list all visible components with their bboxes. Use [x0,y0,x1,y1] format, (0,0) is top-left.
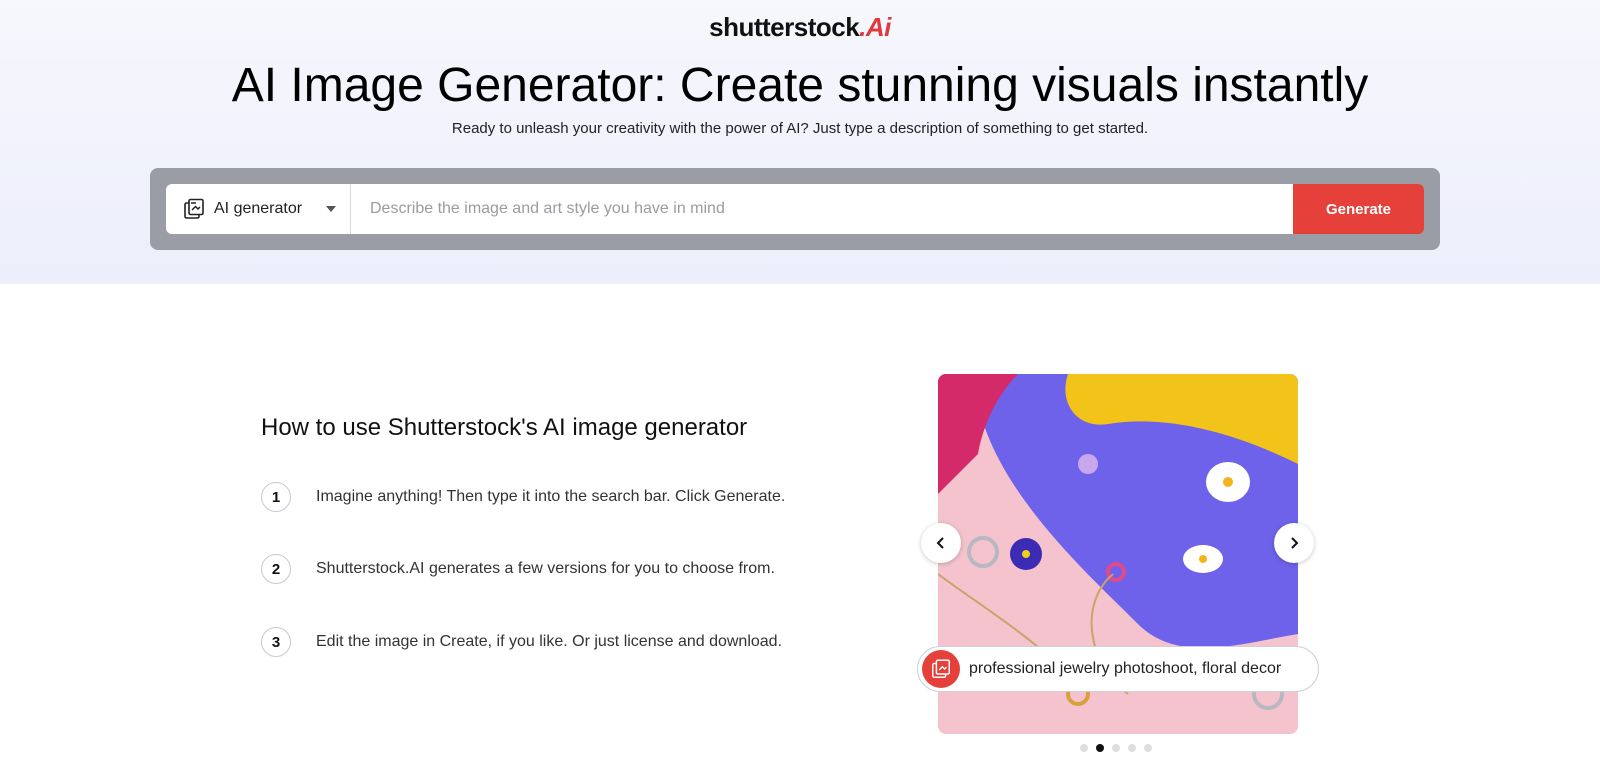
step-item: 3 Edit the image in Create, if you like.… [261,626,782,658]
next-slide-button[interactable] [1274,523,1314,563]
ai-generator-icon [932,659,950,678]
chip-icon-badge [922,650,960,688]
step-number: 3 [261,627,291,657]
carousel-dot[interactable] [1080,744,1088,752]
step-number: 2 [261,554,291,584]
caret-down-icon [326,206,336,212]
mode-dropdown[interactable]: AI generator [166,184,351,234]
carousel-dot[interactable] [1144,744,1152,752]
generate-button[interactable]: Generate [1293,184,1424,234]
step-text: Shutterstock.AI generates a few versions… [316,560,775,577]
prev-slide-button[interactable] [921,523,961,563]
step-item: 1 Imagine anything! Then type it into th… [261,481,785,513]
search-bar: AI generator Generate [150,168,1440,250]
brand-name: shutterstock [709,12,860,42]
chevron-left-icon [936,537,944,549]
carousel-dot[interactable] [1096,744,1104,752]
step-text: Edit the image in Create, if you like. O… [316,633,783,650]
step-item: 2 Shutterstock.AI generates a few versio… [261,553,775,585]
chip-prompt-text: professional jewelry photoshoot, floral … [969,660,1282,677]
prompt-chip[interactable]: professional jewelry photoshoot, floral … [917,646,1319,692]
page-title: AI Image Generator: Create stunning visu… [231,59,1369,112]
mode-label: AI generator [214,200,303,217]
step-text: Imagine anything! Then type it into the … [316,488,786,505]
page-subtitle: Ready to unleash your creativity with th… [451,120,1149,137]
brand-logo[interactable]: shutterstock.Ai [0,12,1600,43]
step-number: 1 [261,482,291,512]
hero-section: shutterstock.Ai AI Image Generator: Crea… [0,0,1600,284]
ai-generator-icon [184,198,204,219]
carousel-dot[interactable] [1128,744,1136,752]
brand-suffix: .Ai [859,12,891,42]
carousel-dot[interactable] [1112,744,1120,752]
carousel-dots [1080,744,1152,752]
howto-title: How to use Shutterstock's AI image gener… [261,414,748,441]
chevron-right-icon [1291,537,1299,549]
prompt-input[interactable] [351,184,1293,234]
